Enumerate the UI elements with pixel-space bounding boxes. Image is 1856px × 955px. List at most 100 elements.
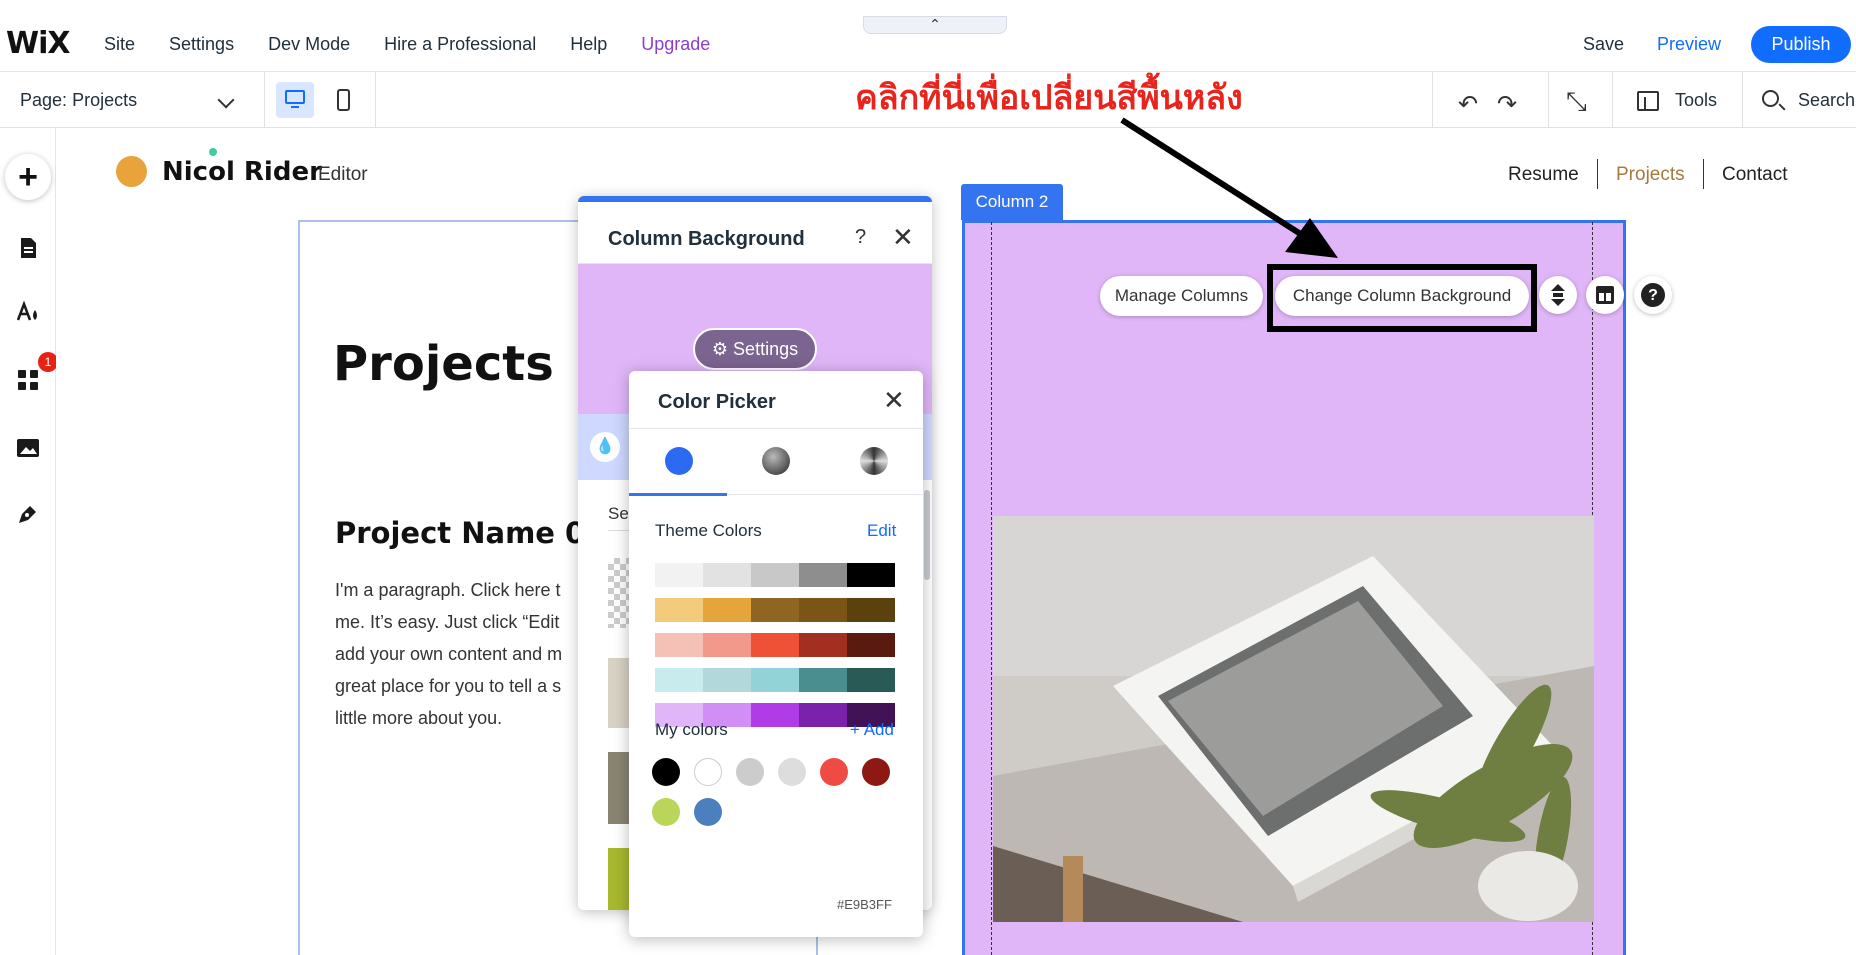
- theme-color-swatch[interactable]: [751, 668, 799, 692]
- theme-color-swatch[interactable]: [847, 598, 895, 622]
- site-brand-subtitle[interactable]: Editor: [318, 164, 368, 186]
- my-color-swatch[interactable]: [862, 758, 890, 786]
- theme-color-swatch[interactable]: [799, 598, 847, 622]
- paragraph-line: me. It’s easy. Just click “Edit: [335, 612, 560, 632]
- help-button[interactable]: ?: [1634, 276, 1672, 314]
- theme-color-swatch[interactable]: [751, 563, 799, 587]
- menu-help[interactable]: Help: [570, 34, 607, 55]
- save-button[interactable]: Save: [1583, 34, 1624, 55]
- paragraph-line: great place for you to tell a s: [335, 676, 562, 696]
- highlight-box: [1267, 264, 1537, 332]
- theme-color-swatch[interactable]: [703, 633, 751, 657]
- pages-icon[interactable]: [16, 236, 40, 260]
- tools-button[interactable]: Tools: [1675, 90, 1717, 111]
- notification-badge: 1: [38, 352, 58, 372]
- my-color-swatch[interactable]: [652, 798, 680, 826]
- tools-icon[interactable]: [1637, 91, 1659, 111]
- theme-color-swatch[interactable]: [655, 598, 703, 622]
- blog-icon[interactable]: [16, 502, 40, 526]
- menu-dev-mode[interactable]: Dev Mode: [268, 34, 350, 55]
- my-color-swatch[interactable]: [694, 798, 722, 826]
- fluid-gradient-tab[interactable]: [860, 447, 888, 475]
- search-button[interactable]: Search: [1798, 90, 1855, 111]
- theme-color-row: [655, 633, 895, 657]
- theme-color-swatch[interactable]: [655, 633, 703, 657]
- my-color-swatch[interactable]: [778, 758, 806, 786]
- theme-color-swatch[interactable]: [751, 598, 799, 622]
- search-icon[interactable]: [1762, 90, 1779, 107]
- zoom-out-icon[interactable]: ⤡: [1566, 86, 1587, 118]
- add-color-link[interactable]: + Add: [850, 720, 894, 740]
- theme-color-swatch[interactable]: [703, 563, 751, 587]
- gradient-fill-tab[interactable]: [762, 447, 790, 475]
- my-color-swatch[interactable]: [652, 758, 680, 786]
- apps-icon[interactable]: [16, 368, 40, 392]
- edit-theme-link[interactable]: Edit: [867, 521, 896, 541]
- close-icon[interactable]: ✕: [883, 385, 905, 416]
- redo-icon[interactable]: ↷: [1497, 90, 1517, 119]
- menu-site[interactable]: Site: [104, 34, 135, 55]
- wix-logo[interactable]: WiX: [6, 26, 71, 61]
- top-menu: Site Settings Dev Mode Hire a Profession…: [104, 34, 744, 55]
- collapse-toolbar-button[interactable]: ⌃: [863, 16, 1007, 34]
- theme-color-swatch[interactable]: [799, 633, 847, 657]
- desktop-view-button[interactable]: [276, 82, 314, 118]
- settings-button[interactable]: ⚙ Settings: [693, 328, 817, 370]
- menu-upgrade[interactable]: Upgrade: [641, 34, 710, 55]
- my-colors-label: My colors: [655, 720, 728, 739]
- preview-button[interactable]: Preview: [1657, 34, 1721, 55]
- my-color-swatch[interactable]: [820, 758, 848, 786]
- project-photo[interactable]: [993, 516, 1594, 922]
- panel-help-button[interactable]: ?: [855, 226, 866, 249]
- theme-color-swatch[interactable]: [847, 668, 895, 692]
- page-prefix: Page:: [20, 90, 68, 110]
- panel-scrollbar[interactable]: [924, 490, 930, 580]
- theme-color-swatch[interactable]: [799, 703, 847, 727]
- nav-contact[interactable]: Contact: [1722, 164, 1787, 186]
- picker-header: Color Picker ✕: [629, 371, 923, 429]
- undo-icon[interactable]: ↶: [1458, 90, 1478, 119]
- close-icon[interactable]: ✕: [892, 222, 914, 253]
- divider: [1548, 72, 1549, 128]
- solid-fill-tab[interactable]: [665, 447, 693, 475]
- menu-hire-professional[interactable]: Hire a Professional: [384, 34, 536, 55]
- theme-color-swatch[interactable]: [847, 563, 895, 587]
- theme-color-swatch[interactable]: [655, 668, 703, 692]
- publish-button[interactable]: Publish: [1751, 26, 1851, 63]
- theme-color-swatch[interactable]: [751, 633, 799, 657]
- my-color-swatch[interactable]: [694, 758, 722, 786]
- layout-button[interactable]: [1586, 276, 1624, 314]
- paragraph-line: I'm a paragraph. Click here t: [335, 580, 561, 600]
- theme-color-swatch[interactable]: [703, 668, 751, 692]
- picker-title: Color Picker: [658, 391, 776, 413]
- project-name[interactable]: Project Name 0: [335, 516, 585, 550]
- chevron-down-icon[interactable]: [217, 91, 235, 109]
- mobile-view-button[interactable]: [337, 89, 350, 111]
- color-drop-icon[interactable]: 💧: [590, 432, 620, 462]
- theme-color-swatch[interactable]: [655, 563, 703, 587]
- arrange-button[interactable]: [1539, 276, 1577, 314]
- theme-color-row: [655, 563, 895, 587]
- top-bar: WiX Site Settings Dev Mode Hire a Profes…: [0, 0, 1856, 72]
- hex-value[interactable]: #E9B3FF: [837, 897, 892, 912]
- nav-resume[interactable]: Resume: [1508, 164, 1579, 186]
- theme-color-swatch[interactable]: [751, 703, 799, 727]
- manage-columns-button[interactable]: Manage Columns: [1100, 276, 1263, 316]
- settings-label: Settings: [733, 339, 799, 359]
- media-icon[interactable]: [16, 436, 40, 460]
- menu-settings[interactable]: Settings: [169, 34, 234, 55]
- theme-color-swatch[interactable]: [703, 598, 751, 622]
- nav-projects[interactable]: Projects: [1616, 164, 1685, 186]
- page-selector[interactable]: Page: Projects: [20, 90, 137, 111]
- my-color-swatch[interactable]: [736, 758, 764, 786]
- column-2-tag[interactable]: Column 2: [961, 184, 1063, 220]
- add-elements-button[interactable]: +: [5, 154, 51, 200]
- design-icon[interactable]: [16, 300, 40, 324]
- paragraph-text[interactable]: I'm a paragraph. Click here t me. It’s e…: [335, 574, 585, 734]
- theme-color-swatch[interactable]: [847, 633, 895, 657]
- site-brand-name[interactable]: Nicol Rider: [162, 157, 322, 187]
- status-dot: [209, 148, 217, 156]
- theme-color-swatch[interactable]: [799, 668, 847, 692]
- theme-color-swatch[interactable]: [799, 563, 847, 587]
- page-title[interactable]: Projects: [333, 336, 554, 392]
